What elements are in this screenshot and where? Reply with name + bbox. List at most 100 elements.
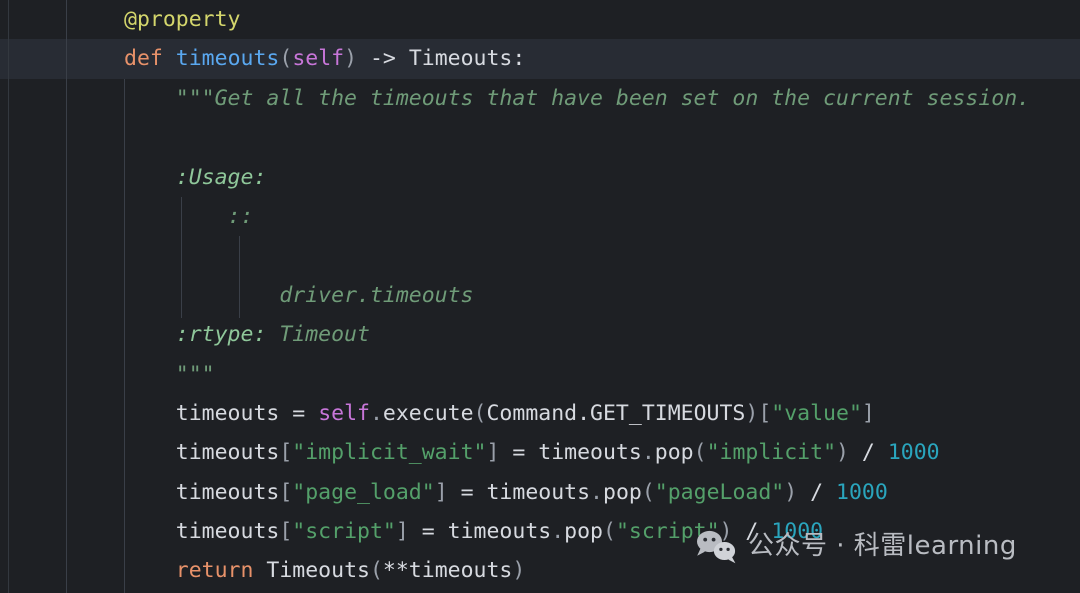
code-token: timeouts	[447, 519, 552, 545]
code-line-text: """	[66, 355, 215, 394]
code-line-text: :Usage:	[66, 158, 267, 197]
code-token: **timeouts	[382, 558, 513, 584]
code-token: [	[758, 400, 772, 426]
code-token: pop	[654, 440, 694, 466]
code-token: ]	[486, 440, 500, 466]
code-line[interactable]: """Get all the timeouts that have been s…	[0, 79, 1080, 118]
code-line-text: driver.timeouts	[66, 276, 474, 315]
code-token: timeouts	[175, 440, 280, 466]
code-token: /	[797, 479, 837, 505]
code-token: "value"	[771, 400, 862, 426]
code-token: .	[590, 479, 603, 505]
code-line[interactable]: timeouts = self.execute(Command.GET_TIME…	[0, 394, 1080, 433]
code-token: .	[551, 519, 565, 545]
code-token: Command.GET_TIMEOUTS	[486, 400, 746, 426]
code-token: """	[175, 361, 215, 387]
code-line[interactable]	[0, 118, 1080, 157]
code-token: Timeouts:	[408, 46, 526, 72]
code-token: def	[124, 46, 163, 72]
code-token: ::	[227, 203, 254, 229]
code-token: Timeouts	[266, 558, 370, 584]
code-token: )	[745, 400, 759, 426]
code-line[interactable]: def timeouts(self) -> Timeouts:	[0, 39, 1080, 79]
code-line-text: @property	[66, 0, 241, 39]
code-token: ]	[434, 479, 448, 505]
code-token: self	[318, 400, 370, 426]
code-token: )	[512, 558, 526, 584]
code-line[interactable]: driver.timeouts	[0, 276, 1080, 315]
code-token: self	[292, 46, 345, 72]
code-token: pop	[603, 479, 642, 505]
code-line[interactable]: @property	[0, 0, 1080, 39]
code-token: =	[408, 519, 448, 545]
code-line-text: timeouts["page_load"] = timeouts.pop("pa…	[66, 473, 888, 512]
code-token: timeouts	[175, 479, 280, 505]
code-token: )	[836, 440, 849, 466]
code-line-text: ::	[66, 197, 254, 236]
code-token: (	[603, 519, 616, 545]
code-token: )	[784, 479, 798, 505]
code-token: :rtype:	[175, 322, 267, 348]
code-line-text: timeouts = self.execute(Command.GET_TIME…	[66, 394, 875, 433]
code-token: ]	[395, 519, 409, 545]
code-token: timeouts	[175, 400, 280, 426]
code-line-text: return Timeouts(**timeouts)	[66, 551, 526, 590]
code-line[interactable]: :Usage:	[0, 158, 1080, 197]
code-token: "pageLoad"	[654, 479, 785, 505]
code-token: timeouts	[486, 479, 591, 505]
code-editor[interactable]: @property def timeouts(self) -> Timeouts:…	[0, 0, 1080, 593]
code-line[interactable]	[0, 236, 1080, 275]
code-line-text: timeouts["implicit_wait"] = timeouts.pop…	[66, 433, 940, 472]
code-token: timeouts	[538, 440, 642, 466]
code-token: 1000	[836, 479, 888, 505]
code-token: ]	[861, 400, 875, 426]
code-screenshot: @property def timeouts(self) -> Timeouts:…	[0, 0, 1080, 593]
code-token: "implicit"	[706, 440, 837, 466]
code-token: =	[279, 400, 319, 426]
code-token: ->	[357, 46, 409, 72]
code-token: execute	[382, 400, 474, 426]
code-token: /	[848, 440, 888, 466]
code-token: [	[279, 440, 293, 466]
watermark: 公众号 · 科雷learning	[694, 528, 1017, 564]
code-token: return	[175, 558, 254, 584]
code-token: )	[344, 46, 358, 72]
code-token: @property	[124, 7, 241, 32]
code-token: (	[369, 558, 383, 584]
code-line[interactable]: ::	[0, 197, 1080, 236]
code-line-text: :rtype: Timeout	[66, 315, 370, 354]
code-token: .	[641, 440, 655, 466]
code-token: (	[641, 479, 655, 505]
code-token: 1000	[887, 440, 940, 466]
code-token: "page_load"	[292, 479, 435, 505]
code-token: =	[499, 440, 539, 466]
code-token: [	[279, 519, 293, 545]
code-token: timeouts	[175, 519, 280, 545]
editor-left-rule	[8, 0, 9, 593]
code-token: """Get all the timeouts that have been s…	[175, 85, 1031, 111]
code-token: "script"	[292, 519, 396, 545]
watermark-text: 公众号 · 科雷learning	[748, 531, 1017, 561]
code-token: "implicit_wait"	[292, 440, 487, 466]
code-token: Timeout	[266, 322, 370, 348]
code-line[interactable]: timeouts["implicit_wait"] = timeouts.pop…	[0, 433, 1080, 472]
code-line[interactable]: """	[0, 355, 1080, 394]
code-line-text: def timeouts(self) -> Timeouts:	[66, 39, 525, 78]
code-token: (	[279, 46, 293, 72]
code-token: pop	[564, 519, 604, 545]
code-line[interactable]: timeouts["page_load"] = timeouts.pop("pa…	[0, 473, 1080, 512]
code-token: [	[279, 479, 293, 505]
code-token: .	[369, 400, 383, 426]
code-token: timeouts	[175, 46, 280, 72]
wechat-icon	[694, 528, 738, 564]
code-token: driver.timeouts	[279, 282, 474, 308]
code-token: :Usage:	[175, 164, 267, 190]
code-token: (	[473, 400, 487, 426]
code-token: =	[447, 479, 487, 505]
code-line-text: """Get all the timeouts that have been s…	[66, 79, 1030, 118]
code-line[interactable]: :rtype: Timeout	[0, 315, 1080, 354]
